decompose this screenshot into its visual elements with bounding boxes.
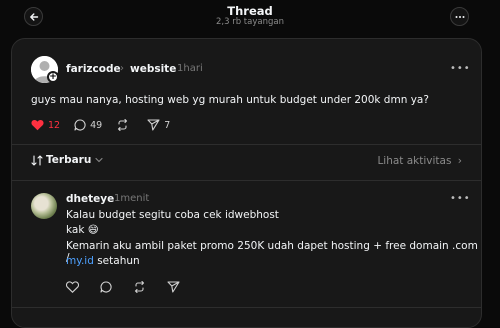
post-actions: 12 49 7 — [31, 119, 184, 131]
view-count: 2,3 rb tayangan — [216, 17, 284, 27]
reply-username[interactable]: dheteye — [66, 193, 114, 205]
post-body: guys mau nanya, hosting web yg murah unt… — [31, 94, 429, 106]
domain-link[interactable]: my.id — [66, 255, 94, 267]
repost-icon — [134, 281, 145, 293]
post-username[interactable]: farizcode — [66, 63, 121, 75]
chevron-down-icon — [95, 157, 103, 163]
share-icon — [167, 281, 180, 293]
share-button[interactable] — [167, 281, 184, 293]
reply-time: 1menit — [114, 193, 150, 204]
more-icon[interactable]: ••• — [450, 63, 471, 74]
repost-icon — [118, 119, 128, 131]
activity-label: Lihat aktivitas — [377, 155, 452, 167]
like-button[interactable] — [66, 281, 83, 293]
top-bar: Thread 2,3 rb tayangan — [0, 0, 500, 38]
follow-plus-icon[interactable]: + — [47, 71, 59, 83]
divider — [12, 307, 481, 308]
reply-count: 49 — [90, 119, 103, 131]
reply-text-line: my.id setahun — [66, 255, 140, 267]
reply-actions — [66, 281, 198, 293]
more-circle-icon — [455, 15, 464, 18]
divider — [12, 144, 481, 145]
comment-icon — [100, 281, 112, 293]
comment-button[interactable] — [100, 281, 116, 293]
like-count: 12 — [48, 119, 61, 131]
like-button[interactable]: 12 — [31, 119, 60, 131]
chevron-right-icon: › — [457, 155, 462, 167]
activity-link[interactable]: Lihat aktivitas › — [377, 155, 462, 167]
reply-text-rest: setahun — [93, 255, 140, 267]
sort-icon — [31, 154, 43, 166]
chevron-right-icon: › — [120, 63, 124, 74]
comment-button[interactable]: 49 — [74, 119, 102, 131]
comment-icon — [74, 119, 86, 131]
heart-icon — [31, 119, 44, 131]
options-button[interactable] — [450, 7, 469, 26]
page-title: Thread — [227, 4, 273, 18]
repost-button[interactable] — [116, 119, 133, 131]
reply-text-line: Kalau budget segitu coba cek idwebhost — [66, 209, 279, 221]
reply-text-line: kak 😄 — [66, 224, 99, 236]
sort-label: Terbaru — [46, 154, 92, 166]
share-button[interactable]: 7 — [147, 119, 170, 131]
heart-icon — [66, 281, 79, 293]
sort-dropdown[interactable]: Terbaru — [31, 154, 103, 166]
more-icon[interactable]: ••• — [450, 193, 471, 204]
divider — [12, 180, 481, 181]
repost-button[interactable] — [133, 281, 150, 293]
share-count: 7 — [164, 119, 171, 131]
post-time: 1hari — [177, 63, 203, 74]
share-icon — [147, 119, 160, 131]
community-name[interactable]: website — [130, 63, 176, 75]
reply-avatar[interactable] — [31, 193, 57, 219]
thread-panel: + farizcode › website 1hari ••• guys mau… — [11, 38, 482, 328]
